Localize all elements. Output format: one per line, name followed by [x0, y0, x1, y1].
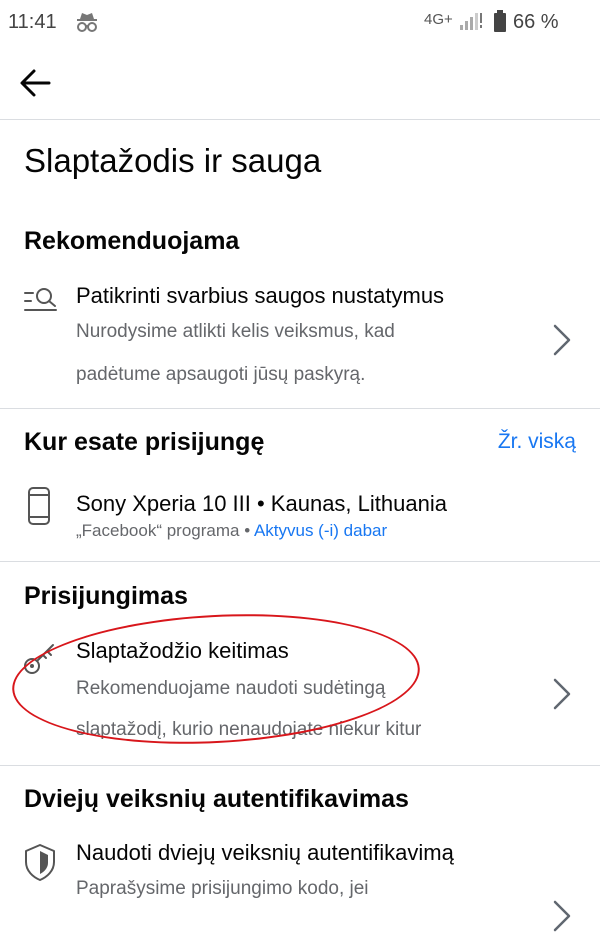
back-arrow-icon[interactable]	[18, 66, 52, 100]
device-separator: •	[239, 521, 254, 540]
security-checkup-title: Patikrinti svarbius saugos nustatymus	[76, 283, 445, 308]
chevron-right-icon	[553, 678, 571, 710]
chevron-right-icon	[553, 900, 571, 932]
device-app: „Facebook“ programa	[76, 521, 240, 540]
shield-icon	[25, 844, 55, 881]
two-factor-desc-line1: Paprašysime prisijungimo kodo, jei	[76, 878, 369, 899]
chevron-right-icon	[553, 324, 571, 356]
page-title: Slaptažodis ir sauga	[24, 142, 322, 179]
network-type: 4G+	[424, 11, 453, 28]
section-title-recommended: Rekomenduojama	[24, 227, 240, 255]
battery-percent: 66 %	[513, 11, 559, 33]
search-list-icon	[24, 288, 57, 311]
see-all-link[interactable]: Žr. viską	[498, 430, 576, 454]
header-divider	[0, 119, 600, 120]
section-title-login: Prisijungimas	[24, 582, 188, 610]
device-name: Sony Xperia 10 III • Kaunas, Lithuania	[76, 491, 447, 516]
status-time: 11:41	[8, 11, 57, 33]
phone-icon	[28, 487, 50, 525]
signal-icon	[460, 13, 482, 30]
device-meta: „Facebook“ programa • Aktyvus (-i) dabar	[76, 521, 387, 541]
battery-icon	[494, 10, 506, 32]
security-checkup-desc-line2: padėtume apsaugoti jūsų paskyrą.	[76, 364, 366, 385]
section-divider	[0, 408, 600, 409]
security-checkup-desc-line1: Nurodysime atlikti kelis veiksmus, kad	[76, 321, 395, 342]
section-title-logged-in: Kur esate prisijungę	[24, 428, 265, 456]
two-factor-title: Naudoti dviejų veiksnių autentifikavimą	[76, 840, 454, 865]
device-status: Aktyvus (-i) dabar	[253, 521, 388, 540]
section-title-two-factor: Dviejų veiksnių autentifikavimas	[24, 785, 409, 813]
section-divider	[0, 765, 600, 766]
section-divider	[0, 561, 600, 562]
incognito-icon	[77, 13, 97, 32]
